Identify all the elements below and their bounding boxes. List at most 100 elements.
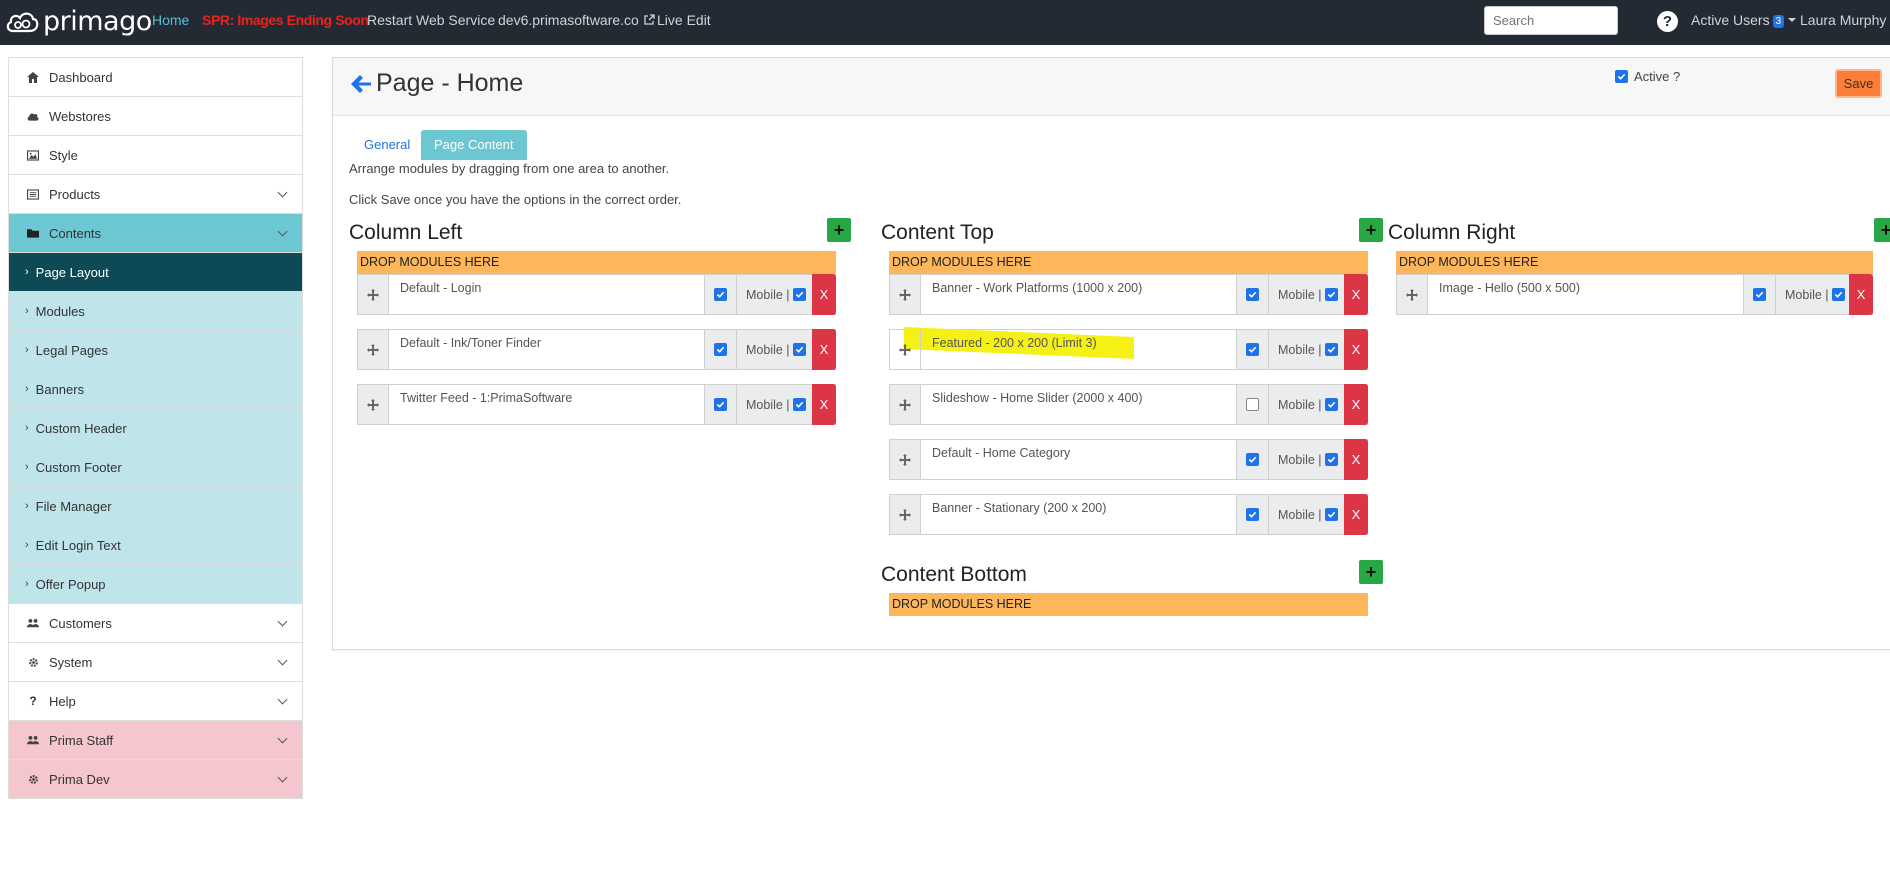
add-module-button[interactable]: + [827,218,851,242]
drop-zone[interactable]: DROP MODULES HERE [889,593,1368,616]
tab-general[interactable]: General [351,130,423,160]
drag-handle-icon[interactable] [890,275,921,314]
module-name: Default - Login [400,281,482,295]
sidebar-item-system[interactable]: System [9,643,302,682]
search-input[interactable] [1484,6,1618,35]
mobile-label: Mobile | [1785,287,1829,302]
module-row[interactable]: Default - Home Category Mobile | X [889,439,1368,480]
module-name: Banner - Stationary (200 x 200) [932,501,1107,515]
module-enabled-checkbox[interactable] [1246,508,1259,521]
add-module-button[interactable]: + [1359,560,1383,584]
module-row[interactable]: Image - Hello (500 x 500) Mobile | X [1396,274,1873,315]
drag-handle-icon[interactable] [1397,275,1428,314]
nav-dev-site-link[interactable]: dev6.primasoftware.co [498,12,655,28]
remove-module-button[interactable]: X [812,384,836,425]
drop-zone[interactable]: DROP MODULES HERE [1396,251,1873,274]
module-enabled-checkbox[interactable] [1246,453,1259,466]
remove-module-button[interactable]: X [1344,384,1368,425]
add-module-button[interactable]: + [1874,218,1890,242]
drag-handle-icon[interactable] [890,495,921,534]
module-mobile-checkbox[interactable] [1324,398,1338,411]
module-enabled-checkbox[interactable] [1753,288,1766,301]
drag-handle-icon[interactable] [358,330,389,369]
sidebar-item-prima-dev[interactable]: Prima Dev [9,760,302,799]
module-row[interactable]: Slideshow - Home Slider (2000 x 400) Mob… [889,384,1368,425]
sidebar-item-style[interactable]: Style [9,136,302,175]
module-enabled-checkbox[interactable] [714,343,727,356]
module-row[interactable]: Twitter Feed - 1:PrimaSoftware Mobile | … [357,384,836,425]
module-mobile-checkbox[interactable] [792,288,806,301]
tab-page-content[interactable]: Page Content [421,130,527,160]
module-enabled-checkbox[interactable] [1246,398,1259,411]
drag-handle-icon[interactable] [890,385,921,424]
drag-handle-icon[interactable] [890,330,921,369]
sidebar-item-page-layout[interactable]: › Page Layout [9,253,302,292]
sidebar-item-custom-header[interactable]: › Custom Header [9,409,302,448]
module-row[interactable]: Default - Login Mobile | X [357,274,836,315]
module-mobile-checkbox[interactable] [1324,343,1338,356]
save-button[interactable]: Save [1835,69,1882,98]
sidebar-item-modules[interactable]: › Modules [9,292,302,331]
module-mobile-checkbox[interactable] [792,343,806,356]
sidebar-item-dashboard[interactable]: Dashboard [9,58,302,97]
help-icon[interactable]: ? [1657,11,1678,32]
sidebar-item-custom-footer[interactable]: › Custom Footer [9,448,302,487]
module-row[interactable]: Banner - Work Platforms (1000 x 200) Mob… [889,274,1368,315]
module-row[interactable]: Banner - Stationary (200 x 200) Mobile |… [889,494,1368,535]
drag-handle-icon[interactable] [358,385,389,424]
remove-module-button[interactable]: X [1344,439,1368,480]
sidebar-item-offer-popup[interactable]: › Offer Popup [9,565,302,604]
nav-live-edit-link[interactable]: Live Edit [657,12,711,28]
chevron-down-icon [277,694,288,705]
sidebar-item-webstores[interactable]: Webstores [9,97,302,136]
back-arrow-icon[interactable] [349,72,373,96]
module-enabled-checkbox[interactable] [714,398,727,411]
active-users-dropdown[interactable]: Active Users 3 [1691,12,1797,28]
sidebar-item-products[interactable]: Products [9,175,302,214]
drop-zone[interactable]: DROP MODULES HERE [357,251,836,274]
logo-text: primago [43,6,152,37]
nav-home-link[interactable]: Home [152,12,189,28]
chevron-right-icon: › [25,500,29,512]
module-mobile-checkbox[interactable] [1324,453,1338,466]
sidebar-item-edit-login-text[interactable]: › Edit Login Text [9,526,302,565]
logo[interactable]: primago [5,8,152,36]
drag-handle-icon[interactable] [358,275,389,314]
module-mobile-checkbox[interactable] [1324,288,1338,301]
sidebar-item-help[interactable]: ? Help [9,682,302,721]
remove-module-button[interactable]: X [1344,329,1368,370]
sidebar-item-legal-pages[interactable]: › Legal Pages [9,331,302,370]
remove-module-button[interactable]: X [1344,274,1368,315]
remove-module-button[interactable]: X [812,329,836,370]
folder-icon [27,227,39,239]
module-enabled-checkbox[interactable] [1246,343,1259,356]
sidebar-item-contents[interactable]: Contents [9,214,302,253]
module-mobile-checkbox[interactable] [1831,288,1845,301]
active-toggle[interactable]: Active ? [1615,69,1680,84]
module-enabled-checkbox[interactable] [1246,288,1259,301]
drop-zone[interactable]: DROP MODULES HERE [889,251,1368,274]
sidebar-item-banners[interactable]: › Banners [9,370,302,409]
column-right-area: Column Right + DROP MODULES HERE Image -… [1388,218,1890,329]
user-menu-dropdown[interactable]: Laura Murphy [1800,12,1890,28]
add-module-button[interactable]: + [1359,218,1383,242]
module-mobile-checkbox[interactable] [792,398,806,411]
nav-spr-images-link[interactable]: SPR: Images Ending Soon [202,12,369,28]
drag-handle-icon[interactable] [890,440,921,479]
remove-module-button[interactable]: X [1344,494,1368,535]
list-icon [27,188,39,200]
top-navbar: primago Home SPR: Images Ending Soon Res… [0,0,1890,45]
remove-module-button[interactable]: X [812,274,836,315]
sidebar-item-label: File Manager [35,498,112,514]
sidebar-item-label: Offer Popup [35,576,106,592]
active-checkbox[interactable] [1615,70,1628,83]
module-mobile-checkbox[interactable] [1324,508,1338,521]
module-row[interactable]: Default - Ink/Toner Finder Mobile | X [357,329,836,370]
sidebar-item-file-manager[interactable]: › File Manager [9,487,302,526]
module-enabled-checkbox[interactable] [714,288,727,301]
module-row[interactable]: Featured - 200 x 200 (Limit 3) Mobile | … [889,326,1368,370]
nav-restart-web-service-link[interactable]: Restart Web Service [367,12,495,28]
remove-module-button[interactable]: X [1849,274,1873,315]
sidebar-item-customers[interactable]: Customers [9,604,302,643]
sidebar-item-prima-staff[interactable]: Prima Staff [9,721,302,760]
